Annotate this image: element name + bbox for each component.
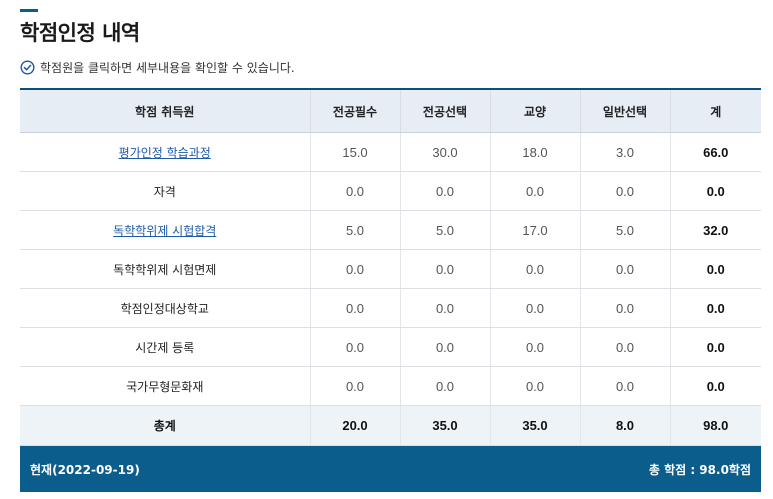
notice: 학점원을 클릭하면 세부내용을 확인할 수 있습니다. [20,58,295,76]
page-title: 학점인정 내역 [20,21,140,45]
source-cell: 독학학위제 시험면제 [20,249,310,289]
table-header-row: 학점 취득원 전공필수 전공선택 교양 일반선택 계 [20,88,761,133]
value-cell: 5.0 [309,210,400,250]
table-row: 시간제 등록 0.0 0.0 0.0 0.0 0.0 [20,327,761,367]
value-cell: 0.0 [309,288,400,328]
value-cell: 30.0 [399,132,490,172]
header-general-elective: 일반선택 [579,88,670,133]
table-row: 학점인정대상학교 0.0 0.0 0.0 0.0 0.0 [20,288,761,328]
row-total-cell: 66.0 [669,132,761,172]
value-cell: 0.0 [579,171,670,211]
value-cell: 0.0 [489,366,580,406]
value-cell: 0.0 [489,249,580,289]
header-liberal-arts: 교양 [489,88,580,133]
header-source: 학점 취득원 [20,88,310,133]
row-total-cell: 0.0 [669,171,761,211]
row-total-cell: 0.0 [669,249,761,289]
sum-row: 총계 20.0 35.0 35.0 8.0 98.0 [20,405,761,446]
table-row: 국가무형문화재 0.0 0.0 0.0 0.0 0.0 [20,366,761,406]
header-major-required: 전공필수 [309,88,400,133]
sum-value-cell: 8.0 [579,405,670,446]
value-cell: 0.0 [309,249,400,289]
current-date: 현재(2022-09-19) [30,462,140,477]
value-cell: 18.0 [489,132,580,172]
value-cell: 0.0 [309,171,400,211]
source-link-self-study-exam[interactable]: 독학학위제 시험합격 [113,224,216,238]
sum-label: 총계 [20,405,310,446]
value-cell: 0.0 [579,327,670,367]
check-circle-icon [20,59,35,75]
value-cell: 0.0 [399,366,490,406]
table-row: 평가인정 학습과정 15.0 30.0 18.0 3.0 66.0 [20,132,761,172]
notice-text: 학점원을 클릭하면 세부내용을 확인할 수 있습니다. [40,60,295,75]
total-credits: 총 학점 : 98.0학점 [648,462,751,477]
sum-total-cell: 98.0 [669,405,761,446]
source-cell: 독학학위제 시험합격 [20,210,310,250]
table-row: 독학학위제 시험합격 5.0 5.0 17.0 5.0 32.0 [20,210,761,250]
title-accent-bar [20,9,38,12]
sum-value-cell: 35.0 [489,405,580,446]
source-cell: 평가인정 학습과정 [20,132,310,172]
value-cell: 0.0 [579,288,670,328]
summary-footer: 현재(2022-09-19) 총 학점 : 98.0학점 [20,446,761,492]
value-cell: 0.0 [579,249,670,289]
value-cell: 0.0 [399,171,490,211]
value-cell: 0.0 [399,249,490,289]
table-row: 독학학위제 시험면제 0.0 0.0 0.0 0.0 0.0 [20,249,761,289]
value-cell: 0.0 [399,288,490,328]
value-cell: 0.0 [489,288,580,328]
source-cell: 자격 [20,171,310,211]
source-link-evaluated-course[interactable]: 평가인정 학습과정 [119,146,211,160]
value-cell: 0.0 [309,327,400,367]
value-cell: 5.0 [579,210,670,250]
source-cell: 국가무형문화재 [20,366,310,406]
table-row: 자격 0.0 0.0 0.0 0.0 0.0 [20,171,761,211]
value-cell: 0.0 [579,366,670,406]
value-cell: 0.0 [309,366,400,406]
value-cell: 15.0 [309,132,400,172]
row-total-cell: 0.0 [669,327,761,367]
sum-value-cell: 35.0 [399,405,490,446]
row-total-cell: 32.0 [669,210,761,250]
value-cell: 0.0 [399,327,490,367]
sum-value-cell: 20.0 [309,405,400,446]
value-cell: 0.0 [489,327,580,367]
source-cell: 학점인정대상학교 [20,288,310,328]
header-total: 계 [669,88,761,133]
value-cell: 3.0 [579,132,670,172]
value-cell: 5.0 [399,210,490,250]
value-cell: 17.0 [489,210,580,250]
row-total-cell: 0.0 [669,288,761,328]
source-cell: 시간제 등록 [20,327,310,367]
credit-table: 학점 취득원 전공필수 전공선택 교양 일반선택 계 평가인정 학습과정 15.… [20,88,761,446]
value-cell: 0.0 [489,171,580,211]
header-major-elective: 전공선택 [399,88,490,133]
row-total-cell: 0.0 [669,366,761,406]
